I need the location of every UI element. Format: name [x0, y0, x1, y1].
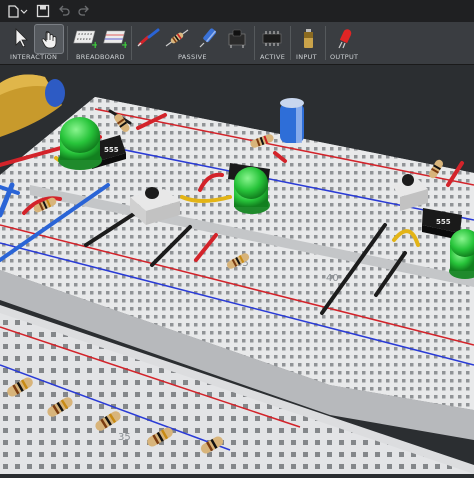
hand-tool-button[interactable] — [34, 24, 64, 54]
wire-tool-button[interactable] — [135, 24, 163, 52]
breadboard-scene[interactable]: 35 40 35 555 555 — [0, 65, 474, 474]
toolbar-separator — [290, 26, 291, 60]
workspace-3d-view[interactable]: 35 40 35 555 555 — [0, 65, 474, 474]
toolbar-separator — [67, 26, 68, 60]
hand-pointer-icon — [41, 31, 57, 49]
redo-button[interactable] — [76, 1, 92, 21]
breadboard-small-icon: + — [103, 30, 127, 49]
component-toolbar: INTERACTION + + BREADBOARD PASSIVE ACTIV… — [0, 22, 474, 65]
led-green-middle[interactable] — [234, 167, 270, 214]
select-tool-button[interactable] — [6, 24, 34, 52]
cursor-arrow-icon — [15, 28, 28, 48]
file-menu-button[interactable] — [4, 1, 30, 21]
capacitor-blue[interactable] — [280, 98, 304, 143]
chip-label: 555 — [104, 146, 119, 154]
wire-icon — [137, 28, 160, 47]
breadboard-full-button[interactable]: + — [70, 24, 98, 52]
column-label-40: 40 — [326, 273, 339, 284]
battery-icon — [304, 29, 313, 48]
column-label-35-front: 35 — [118, 432, 131, 443]
pushbutton-tool-button[interactable] — [223, 24, 251, 52]
chip-label: 555 — [436, 218, 451, 226]
svg-text:+: + — [121, 40, 127, 49]
save-button[interactable] — [34, 1, 52, 21]
group-label-passive: PASSIVE — [178, 53, 207, 61]
led-tool-button[interactable] — [330, 24, 358, 52]
ic-chip-icon — [262, 31, 282, 46]
toolbar-separator — [254, 26, 255, 60]
redo-icon — [78, 5, 89, 16]
breadboard-half-button[interactable]: + — [100, 24, 128, 52]
group-label-input: INPUT — [296, 53, 317, 61]
led-green-left[interactable] — [58, 117, 102, 170]
toolbar-separator — [131, 26, 132, 60]
capacitor-icon — [199, 28, 217, 48]
pushbutton-icon — [228, 29, 246, 48]
group-label-output: OUTPUT — [330, 53, 359, 61]
undo-button[interactable] — [56, 1, 72, 21]
resistor-icon — [165, 29, 189, 47]
save-icon — [36, 4, 50, 18]
led-green-right[interactable] — [449, 229, 474, 279]
group-label-active: ACTIVE — [260, 53, 286, 61]
svg-text:+: + — [91, 40, 97, 49]
file-icon — [8, 5, 28, 18]
group-label-breadboard: BREADBOARD — [76, 53, 125, 61]
toolbar-separator — [325, 26, 326, 60]
top-menu-bar — [0, 0, 474, 23]
breadboard-icon: + — [73, 30, 97, 49]
group-label-interaction: INTERACTION — [10, 53, 58, 61]
undo-icon — [59, 5, 70, 16]
ic-chip-tool-button[interactable] — [258, 24, 286, 52]
led-icon — [338, 29, 352, 49]
resistor-tool-button[interactable] — [163, 24, 191, 52]
capacitor-tool-button[interactable] — [193, 24, 221, 52]
battery-tool-button[interactable] — [294, 24, 322, 52]
